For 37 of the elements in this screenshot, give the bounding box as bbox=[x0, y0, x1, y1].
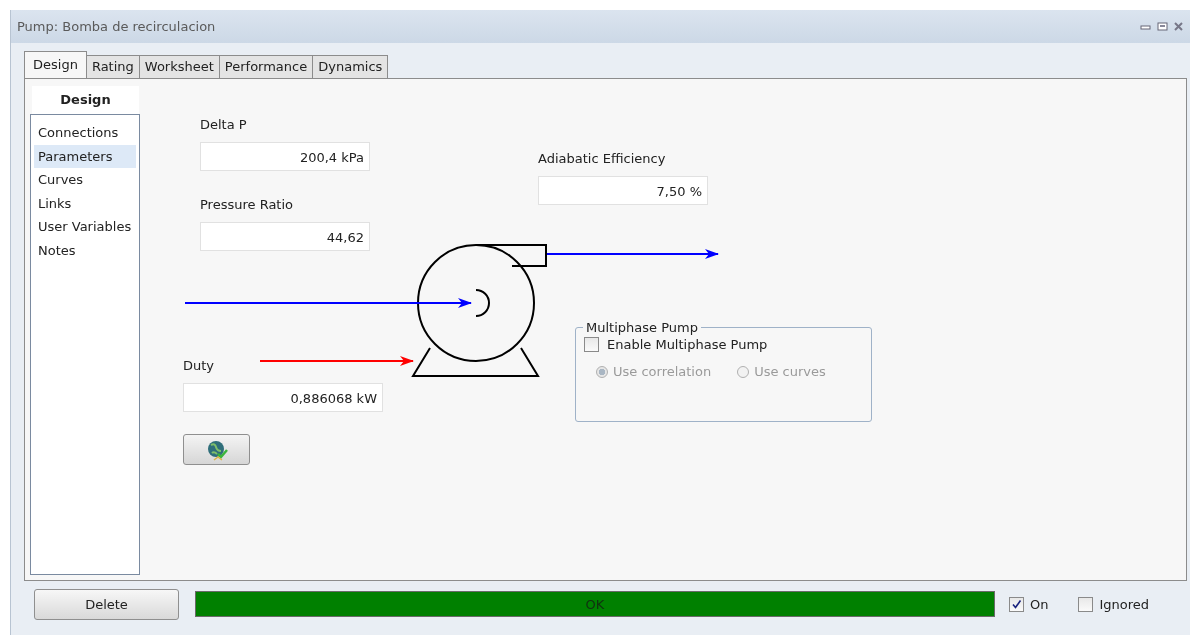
delta-p-field[interactable]: 200,4 kPa bbox=[200, 142, 370, 171]
status-bar: OK bbox=[195, 591, 995, 617]
close-icon[interactable] bbox=[1174, 22, 1183, 31]
checkbox[interactable] bbox=[1009, 596, 1024, 612]
radio-label: Use correlation bbox=[613, 364, 712, 379]
maximize-icon[interactable] bbox=[1157, 22, 1168, 31]
field-label: Delta P bbox=[200, 117, 247, 132]
minimize-icon[interactable] bbox=[1140, 22, 1151, 31]
field-label: Duty bbox=[183, 358, 215, 373]
sidebar-item[interactable]: User Variables bbox=[34, 215, 136, 239]
pressure-ratio-field[interactable]: 44,62 bbox=[200, 222, 370, 251]
field-label: Pressure Ratio bbox=[200, 197, 294, 212]
radio-label: Use curves bbox=[754, 364, 826, 379]
field-label: Adiabatic Efficiency bbox=[538, 151, 666, 166]
globe-button[interactable] bbox=[183, 434, 250, 465]
efficiency-field[interactable]: 7,50 % bbox=[538, 176, 708, 205]
checkbox-label: On bbox=[1030, 596, 1049, 612]
tab[interactable]: Dynamics bbox=[312, 55, 389, 78]
delete-button[interactable]: Delete bbox=[34, 588, 179, 620]
globe-icon bbox=[205, 438, 228, 461]
group-title: Multiphase Pump bbox=[585, 320, 699, 335]
section-header: Design bbox=[32, 86, 139, 114]
sidebar-item[interactable]: Curves bbox=[34, 168, 136, 192]
sidebar-item[interactable]: Connections bbox=[34, 121, 136, 145]
sidebar-item[interactable]: Notes bbox=[34, 238, 136, 262]
checkbox[interactable] bbox=[1078, 596, 1094, 612]
tab[interactable]: Rating bbox=[85, 55, 140, 78]
window-title: Pump: Bomba de recirculacion bbox=[17, 19, 216, 34]
tab[interactable]: Worksheet bbox=[138, 55, 220, 78]
duty-field[interactable]: 0,886068 kW bbox=[183, 383, 383, 412]
checkbox-label: Ignored bbox=[1099, 596, 1150, 612]
tab[interactable]: Design bbox=[24, 51, 87, 78]
tab[interactable]: Performance bbox=[218, 55, 314, 78]
sidebar-item[interactable]: Links bbox=[34, 191, 136, 215]
checkbox[interactable] bbox=[584, 337, 599, 352]
sidebar-item[interactable]: Parameters bbox=[34, 144, 136, 168]
checkbox-label: Enable Multiphase Pump bbox=[607, 337, 768, 352]
